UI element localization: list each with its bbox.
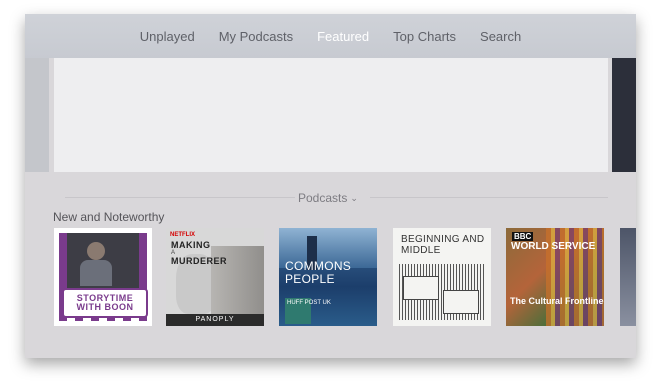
podcast-tile-making-a-murderer[interactable]: NETFLIX MAKING A MURDERER PANOPLY [166, 228, 264, 326]
podcast-tile-beginning-and-middle[interactable]: BEGINNING AND MIDDLE [393, 228, 491, 326]
tile-title-top: WORLD SERVICE [511, 241, 596, 252]
artwork-mouth-box [443, 290, 479, 314]
hero-banner-previous[interactable] [25, 58, 49, 172]
podcast-tile-commons-people[interactable]: COMMONS PEOPLE HUFF POST UK [279, 228, 377, 326]
tab-featured[interactable]: Featured [317, 29, 369, 44]
tile-title: The Cultural Frontline [510, 296, 604, 306]
podcast-tile-the-cultural-frontline[interactable]: BBC WORLD SERVICE The Cultural Frontline [506, 228, 604, 326]
performer-head [87, 242, 105, 260]
tv-screen: Unplayed My Podcasts Featured Top Charts… [25, 14, 636, 358]
tile-brand: BBC [512, 232, 534, 241]
podcast-tile-storytime-with-boon[interactable]: STORYTIME WITH BOON [54, 228, 152, 326]
section-label: Podcasts [298, 191, 348, 205]
tile-title: BEGINNING AND MIDDLE [401, 234, 485, 256]
tab-search[interactable]: Search [480, 29, 521, 44]
hero-banner-next[interactable] [612, 58, 636, 172]
section-selector[interactable]: Podcasts ⌄ [298, 191, 358, 205]
top-navigation-bar: Unplayed My Podcasts Featured Top Charts… [25, 14, 636, 58]
chevron-down-icon: ⌄ [350, 192, 358, 203]
tile-brand: NETFLIX [170, 232, 195, 238]
section-divider-right [370, 197, 608, 198]
row-title: New and Noteworthy [53, 210, 165, 224]
performer-body [80, 260, 112, 286]
podcast-tile-partial[interactable] [620, 228, 636, 326]
tab-my-podcasts[interactable]: My Podcasts [219, 29, 293, 44]
hero-banner[interactable] [54, 58, 608, 172]
tile-title-top: MAKING [171, 240, 211, 250]
tile-title-bottom: MURDERER [171, 256, 228, 266]
tile-publisher: PANOPLY [195, 316, 235, 323]
tab-unplayed[interactable]: Unplayed [140, 29, 195, 44]
tile-badge: HUFF POST UK [287, 300, 331, 306]
tab-top-charts[interactable]: Top Charts [393, 29, 456, 44]
artwork-eyes-box [403, 276, 439, 300]
tile-title: COMMONS PEOPLE [285, 259, 352, 286]
tile-title: STORYTIME WITH BOON [62, 288, 148, 318]
section-divider-left [65, 197, 295, 198]
